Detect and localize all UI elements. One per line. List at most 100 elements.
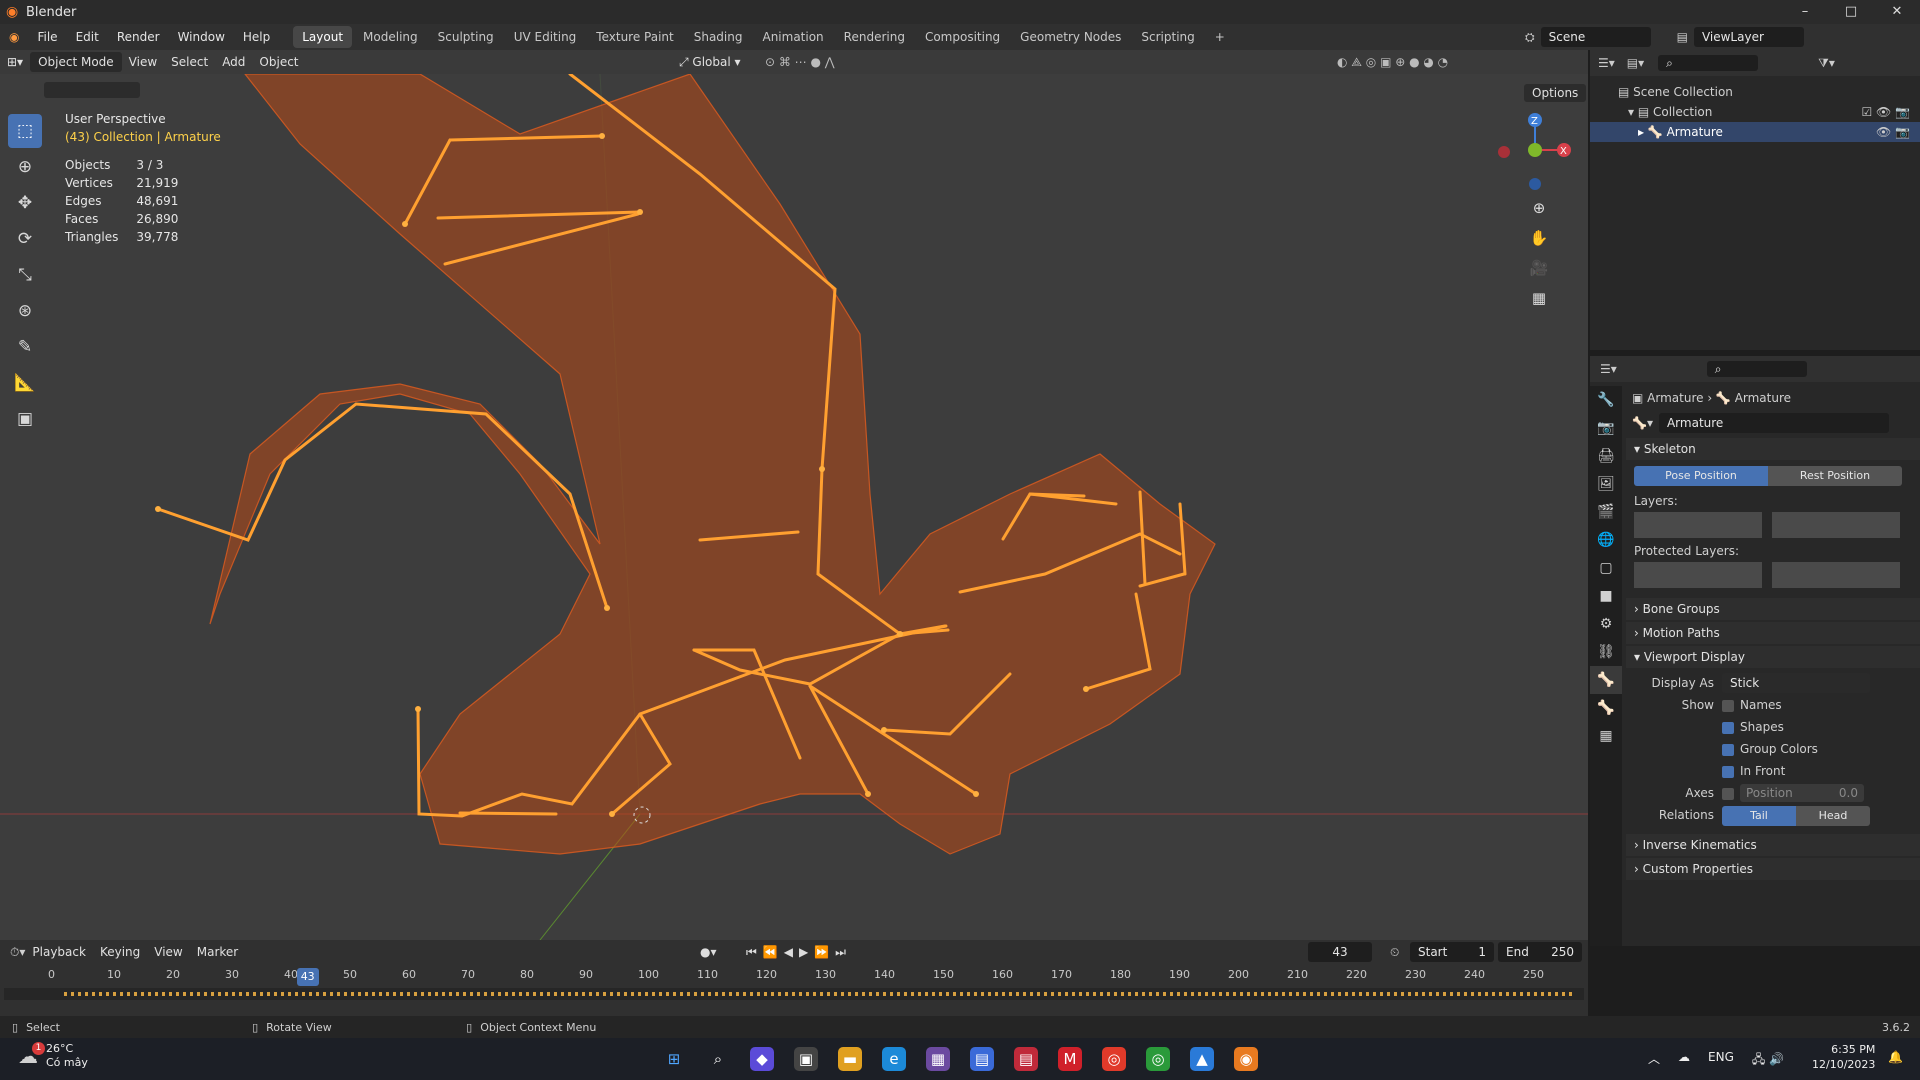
zoom-icon[interactable]: ⊕ (1525, 194, 1553, 222)
playback-controls-icon[interactable]: ⏮⏪◀▶⏩⏭ (746, 945, 852, 960)
motion-paths-section[interactable]: › Motion Paths (1626, 622, 1920, 644)
view-layer-field[interactable]: ViewLayer (1693, 27, 1804, 47)
mode-dropdown[interactable]: Object Mode (30, 52, 122, 72)
end-frame-field[interactable]: End 250 (1498, 942, 1582, 962)
navigation-gizmo[interactable]: Z X ⊕ ✋ 🎥 ▦ (1480, 108, 1580, 307)
outliner-editor-icon[interactable]: ☰▾ (1598, 56, 1615, 70)
bone-groups-section[interactable]: › Bone Groups (1626, 598, 1920, 620)
tab-modeling[interactable]: Modeling (354, 26, 427, 48)
scene-icon[interactable]: ⛭ (1525, 30, 1535, 45)
options-dropdown[interactable]: Options (1524, 84, 1587, 102)
current-frame-field[interactable]: 43 (1308, 942, 1372, 962)
ortho-grid-icon[interactable]: ▦ (1525, 284, 1553, 312)
annotate-tool-icon[interactable]: ✎ (8, 330, 42, 364)
modifier-tab-icon[interactable]: ⚙ (1590, 610, 1622, 638)
filter-icon[interactable]: ⧩▾ (1818, 56, 1835, 71)
mcafee-icon[interactable]: M (1058, 1047, 1082, 1071)
chrome-icon[interactable]: ◎ (1102, 1047, 1126, 1071)
menu-window[interactable]: Window (169, 24, 234, 50)
world-tab-icon[interactable]: 🌐 (1590, 526, 1622, 554)
menu-playback[interactable]: Playback (25, 941, 93, 963)
search-icon[interactable]: ⌕ (706, 1047, 730, 1071)
view-layer-tab-icon[interactable]: 🖼 (1590, 470, 1622, 498)
tab-geometry-nodes[interactable]: Geometry Nodes (1011, 26, 1130, 48)
scene-tab-icon[interactable]: 🎬 (1590, 498, 1622, 526)
protected-layers-grid[interactable] (1634, 562, 1912, 588)
maximize-button[interactable]: □ (1828, 0, 1874, 24)
timeline-editor-icon[interactable]: ⏱▾ (10, 945, 25, 960)
chrome-profile-icon[interactable]: ◎ (1146, 1047, 1170, 1071)
names-checkbox[interactable] (1722, 699, 1734, 712)
minimize-button[interactable]: – (1782, 0, 1828, 24)
add-workspace-button[interactable]: + (1206, 26, 1234, 48)
clock[interactable]: 6:35 PM 12/10/2023 (1812, 1042, 1875, 1072)
custom-properties-section[interactable]: › Custom Properties (1626, 858, 1920, 880)
constraint-tab-icon[interactable]: ⛓ (1590, 638, 1622, 666)
measure-tool-icon[interactable]: 📐 (8, 366, 42, 400)
texture-tab-icon[interactable]: ▦ (1590, 722, 1622, 750)
output-tab-icon[interactable]: 🖨 (1590, 442, 1622, 470)
menu-timeline-view[interactable]: View (147, 941, 189, 963)
menu-view[interactable]: View (122, 51, 164, 73)
blender-taskbar-icon[interactable]: ◉ (1234, 1047, 1258, 1071)
tab-scripting[interactable]: Scripting (1132, 26, 1203, 48)
network-volume-icon[interactable]: 🖧 🔊 (1752, 1050, 1784, 1071)
move-tool-icon[interactable]: ✥ (8, 186, 42, 220)
tray-overflow-icon[interactable]: ︿ (1648, 1050, 1660, 1071)
group-colors-checkbox[interactable] (1722, 743, 1734, 756)
properties-editor-icon[interactable]: ☰▾ (1600, 362, 1617, 376)
properties-search-input[interactable]: ⌕ (1706, 361, 1807, 377)
menu-select[interactable]: Select (164, 51, 215, 73)
menu-object[interactable]: Object (252, 51, 305, 73)
display-as-dropdown[interactable]: Stick (1722, 673, 1870, 693)
skeleton-section-header[interactable]: ▾ Skeleton (1626, 438, 1920, 460)
app2-icon[interactable]: ▤ (1014, 1047, 1038, 1071)
axes-checkbox[interactable] (1722, 787, 1734, 800)
transform-orientation-dropdown[interactable]: ⤢ Global ▾ (672, 51, 748, 73)
store-icon[interactable]: ▤ (970, 1047, 994, 1071)
edge-icon[interactable]: e (882, 1047, 906, 1071)
tab-sculpting[interactable]: Sculpting (429, 26, 503, 48)
pose-position-button[interactable]: Pose Position (1634, 466, 1768, 486)
onedrive-icon[interactable]: ☁ (1678, 1050, 1690, 1071)
select-box-tool-icon[interactable]: ⬚ (8, 114, 42, 148)
app-icon[interactable]: ▦ (926, 1047, 950, 1071)
3d-viewport[interactable]: Options (0, 74, 1588, 940)
keyframe-strip[interactable] (4, 988, 1584, 1000)
start-frame-field[interactable]: Start 1 (1410, 942, 1494, 962)
collection-tab-icon[interactable]: ▢ (1590, 554, 1622, 582)
outliner-collection[interactable]: ▾ ▤ Collection ☑ 👁 📷 (1618, 102, 1920, 122)
object-tab-icon[interactable]: ■ (1590, 582, 1622, 610)
bone-layers-grid[interactable] (1634, 512, 1912, 538)
notification-bell-icon[interactable]: 🔔 (1888, 1050, 1903, 1064)
close-button[interactable]: ✕ (1874, 0, 1920, 24)
copilot-icon[interactable]: ◆ (750, 1047, 774, 1071)
gizmo-y-axis[interactable] (1528, 143, 1542, 157)
menu-add[interactable]: Add (215, 51, 252, 73)
armature-name-field[interactable]: Armature (1658, 413, 1889, 433)
rest-position-button[interactable]: Rest Position (1768, 466, 1902, 486)
menu-help[interactable]: Help (234, 24, 279, 50)
relations-head-button[interactable]: Head (1796, 806, 1870, 826)
tab-rendering[interactable]: Rendering (835, 26, 914, 48)
gizmo-neg-x-axis[interactable] (1498, 146, 1510, 158)
select-mode-buttons[interactable] (44, 82, 140, 98)
scene-field[interactable]: Scene (1540, 27, 1651, 47)
menu-file[interactable]: File (28, 24, 66, 50)
outliner-scene-collection[interactable]: ▤ Scene Collection (1618, 82, 1920, 102)
weather-widget[interactable]: ☁ 1 26°C Có mây (18, 1042, 88, 1070)
blender-menu-icon[interactable]: ◉ (0, 24, 28, 50)
render-tab-icon[interactable]: 📷 (1590, 414, 1622, 442)
playhead[interactable]: 43 (296, 968, 319, 986)
tab-animation[interactable]: Animation (753, 26, 832, 48)
in-front-checkbox[interactable] (1722, 765, 1734, 778)
cursor-tool-icon[interactable]: ⊕ (8, 150, 42, 184)
tab-compositing[interactable]: Compositing (916, 26, 1009, 48)
display-mode-icon[interactable]: ▤▾ (1627, 56, 1644, 70)
tab-texture-paint[interactable]: Texture Paint (587, 26, 682, 48)
outliner-armature[interactable]: ▸ 🦴 Armature 👁 📷 (1590, 122, 1920, 142)
menu-render[interactable]: Render (108, 24, 169, 50)
pan-hand-icon[interactable]: ✋ (1525, 224, 1553, 252)
add-cube-tool-icon[interactable]: ▣ (8, 402, 42, 436)
bone-tab-icon[interactable]: 🦴 (1590, 694, 1622, 722)
